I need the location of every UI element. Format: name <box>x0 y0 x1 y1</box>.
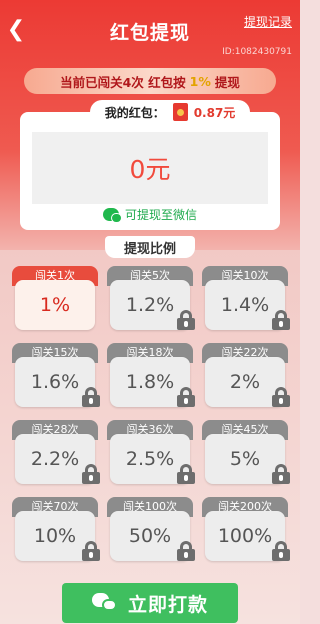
red-packet-icon <box>172 103 188 121</box>
lock-icon <box>177 387 195 407</box>
withdraw-record-link[interactable]: 提现记录 <box>244 13 292 30</box>
my-redpacket-amount: 0.87元 <box>193 105 236 120</box>
ratio-card[interactable]: 闯关10次 1.4% <box>202 266 290 332</box>
banner-percent: 1% <box>189 73 211 89</box>
lock-icon <box>177 541 195 561</box>
status-banner: 当前已闯关4次 红包按 1% 提现 <box>24 68 276 94</box>
ratio-card[interactable]: 闯关28次 2.2% <box>12 420 100 486</box>
lock-icon <box>272 310 290 330</box>
user-id: ID:1082430791 <box>222 47 292 57</box>
lock-icon <box>272 464 290 484</box>
wechat-withdraw-hint: 可提现至微信 <box>20 206 280 223</box>
ratio-card[interactable]: 闯关45次 5% <box>202 420 290 486</box>
ratio-card[interactable]: 闯关15次 1.6% <box>12 343 100 409</box>
pay-now-label: 立即打款 <box>127 593 208 616</box>
lock-icon <box>177 464 195 484</box>
ratio-title: 提现比例 <box>105 236 195 258</box>
pay-now-button[interactable]: 立即打款 <box>62 583 238 623</box>
ratio-card[interactable]: 闯关70次 10% <box>12 497 100 563</box>
withdraw-amount-box: 0元 <box>32 132 268 204</box>
header: ❮ 红包提现 提现记录 ID:1082430791 <box>0 0 300 60</box>
wechat-icon <box>91 593 118 613</box>
wechat-icon <box>102 208 122 223</box>
withdraw-amount: 0元 <box>129 155 171 184</box>
ratio-card-value: 1% <box>15 280 95 330</box>
wallet-card: 我的红包： 0.87元 0元 可提现至微信 <box>20 100 280 230</box>
ratio-card[interactable]: 闯关36次 2.5% <box>107 420 195 486</box>
banner-prefix: 当前已闯关4次 红包按 <box>60 74 186 90</box>
my-redpacket-label: 我的红包： <box>104 105 165 120</box>
ratio-card[interactable]: 闯关18次 1.8% <box>107 343 195 409</box>
ratio-card[interactable]: 闯关5次 1.2% <box>107 266 195 332</box>
ratio-card[interactable]: 闯关1次 1% <box>12 266 98 332</box>
ratio-panel: 提现比例 闯关1次 1% 闯关5次 1.2% 闯关10次 1.4% 闯关15次 1.6% 闯关1… <box>0 236 300 624</box>
lock-icon <box>272 541 290 561</box>
banner-suffix: 提现 <box>214 74 240 90</box>
wechat-withdraw-text: 可提现至微信 <box>124 208 197 222</box>
lock-icon <box>177 310 195 330</box>
ratio-card[interactable]: 闯关200次 100% <box>202 497 290 563</box>
lock-icon <box>82 541 100 561</box>
lock-icon <box>82 464 100 484</box>
ratio-card[interactable]: 闯关22次 2% <box>202 343 290 409</box>
my-redpacket-tab: 我的红包： 0.87元 <box>90 100 250 124</box>
ratio-card[interactable]: 闯关100次 50% <box>107 497 195 563</box>
lock-icon <box>82 387 100 407</box>
lock-icon <box>272 387 290 407</box>
